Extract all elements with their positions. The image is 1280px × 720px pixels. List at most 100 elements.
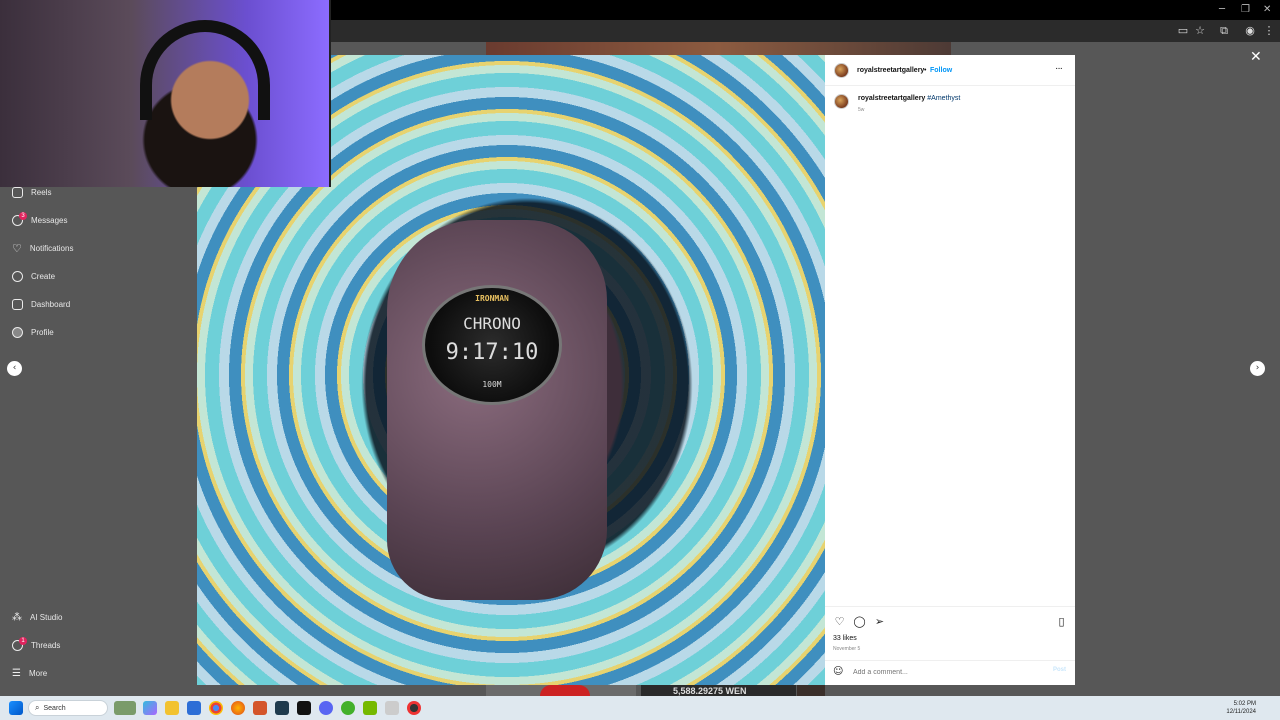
- screen: ─ ❐ ✕ ▭ ☆ ⧉ ◉ ⋮ Reels 3 Messages ♡ Notif…: [0, 0, 1280, 720]
- next-post-button[interactable]: ›: [1250, 361, 1265, 376]
- caption-username[interactable]: royalstreetartgallery: [858, 95, 925, 102]
- plus-square-icon: [12, 270, 23, 282]
- close-post-button[interactable]: ✕: [1250, 49, 1262, 65]
- profile-icon[interactable]: ◉: [1243, 24, 1257, 38]
- close-icon: ✕: [1250, 49, 1262, 65]
- heart-icon: ♡: [12, 241, 22, 255]
- sidebar-item-label: Threads: [31, 640, 61, 650]
- feed-thumbnail-red: [540, 685, 590, 696]
- ticker-text: 5,588.29275 WEN: [673, 686, 747, 696]
- threads-icon: 1: [12, 636, 27, 651]
- sidebar-item-label: Create: [31, 271, 56, 281]
- sidebar-item-messages[interactable]: 3 Messages: [12, 211, 68, 228]
- separator-dot: •: [924, 67, 927, 74]
- like-heart-icon[interactable]: ♡: [833, 615, 846, 628]
- previous-post-button[interactable]: ‹: [7, 361, 22, 376]
- sidebar-item-create[interactable]: Create: [12, 268, 55, 284]
- taskbar-search[interactable]: ⌕ Search: [28, 700, 108, 716]
- reels-icon: [12, 186, 23, 198]
- chrome-icon[interactable]: [209, 701, 223, 715]
- comment-icon[interactable]: ◯: [853, 615, 866, 628]
- hashtag-link[interactable]: #Amethyst: [927, 95, 960, 102]
- nvidia-icon[interactable]: [363, 701, 377, 715]
- author-username[interactable]: royalstreetartgallery: [857, 67, 924, 74]
- chevron-left-icon: ‹: [12, 363, 17, 373]
- comment-input[interactable]: [853, 666, 1033, 678]
- sidebar-item-label: Profile: [31, 327, 54, 337]
- minimize-icon[interactable]: ─: [1219, 4, 1225, 15]
- post-header: royalstreetartgallery • Follow ···: [825, 55, 1075, 86]
- extensions-icon[interactable]: ⧉: [1217, 24, 1231, 38]
- discord-icon[interactable]: [319, 701, 333, 715]
- headset-graphic: [140, 20, 270, 120]
- sidebar-item-label: Reels: [31, 187, 52, 197]
- notification-badge: 3: [19, 211, 27, 220]
- watch-mode-text: CHRONO: [463, 314, 521, 333]
- bookmark-star-icon[interactable]: ☆: [1193, 24, 1207, 38]
- sidebar-item-dashboard[interactable]: Dashboard: [12, 296, 70, 312]
- post-comment-button[interactable]: Post: [1053, 667, 1066, 673]
- sidebar-item-more[interactable]: ☰ More: [12, 665, 47, 681]
- watch-brand-text: IRONMAN: [475, 294, 509, 303]
- sidebar-item-profile[interactable]: Profile: [12, 324, 54, 340]
- sidebar-item-label: Notifications: [29, 243, 74, 253]
- clock-date: 12/11/2024: [1226, 709, 1256, 715]
- comment-row: ☺ Post: [825, 660, 1075, 682]
- share-send-icon[interactable]: ➢: [873, 615, 886, 628]
- window-close-icon[interactable]: ✕: [1263, 4, 1271, 15]
- sidebar-item-label: AI Studio: [30, 612, 63, 622]
- notification-badge: 1: [19, 636, 27, 645]
- sidebar-item-ai-studio[interactable]: ⁂ AI Studio: [12, 609, 62, 625]
- weather-widget-icon[interactable]: [114, 701, 136, 715]
- post-date: November 5: [833, 646, 861, 652]
- windows-taskbar: ⌕ Search 5:02 PM 12/11/2024: [0, 696, 1280, 720]
- caption-age: 5w: [858, 107, 865, 113]
- search-icon: ⌕: [35, 703, 40, 712]
- sidebar-item-label: Dashboard: [31, 299, 71, 309]
- like-count[interactable]: 33 likes: [833, 635, 857, 642]
- watch-time-text: 9:17:10: [445, 340, 539, 365]
- webcam-overlay: [0, 0, 331, 187]
- amethyst-watch-sculpture: [387, 220, 607, 600]
- file-explorer-icon[interactable]: [165, 701, 179, 715]
- system-clock[interactable]: 5:02 PM 12/11/2024: [1226, 700, 1256, 716]
- caption: royalstreetartgallery #Amethyst: [858, 95, 960, 102]
- profile-avatar-icon: [12, 326, 23, 338]
- app-icon-active[interactable]: [407, 701, 421, 715]
- more-options-icon[interactable]: ···: [1055, 63, 1063, 74]
- feed-thumbnail-brown: [797, 685, 825, 696]
- sidebar-item-threads[interactable]: 1 Threads: [12, 636, 61, 653]
- post-actions: ♡ ◯ ➢ ▯ 33 likes November 5 ☺ Post: [825, 606, 1075, 681]
- cast-icon[interactable]: ▭: [1176, 24, 1190, 38]
- app-icon-terminal[interactable]: [275, 701, 289, 715]
- post-detail-panel: royalstreetartgallery • Follow ··· royal…: [825, 55, 1075, 685]
- app-icon-light[interactable]: [385, 701, 399, 715]
- follow-button[interactable]: Follow: [930, 67, 952, 74]
- watch-face: IRONMAN CHRONO 9:17:10 100M: [422, 285, 562, 405]
- windows-start-icon[interactable]: [9, 701, 23, 715]
- chevron-right-icon: ›: [1255, 363, 1260, 373]
- app-icon-red[interactable]: [253, 701, 267, 715]
- feed-image-strip: [486, 42, 951, 56]
- sidebar-item-notifications[interactable]: ♡ Notifications: [12, 240, 73, 256]
- caption-avatar[interactable]: [834, 94, 849, 109]
- author-avatar[interactable]: [834, 63, 849, 78]
- app-icon-dark[interactable]: [297, 701, 311, 715]
- save-bookmark-icon[interactable]: ▯: [1055, 615, 1068, 628]
- sidebar-item-label: Messages: [31, 215, 68, 225]
- dashboard-icon: [12, 298, 23, 310]
- emoji-icon[interactable]: ☺: [833, 666, 843, 677]
- search-label: Search: [43, 704, 66, 712]
- restore-icon[interactable]: ❐: [1241, 4, 1250, 15]
- sidebar-item-label: More: [28, 668, 48, 678]
- app-icon-green[interactable]: [341, 701, 355, 715]
- app-icon[interactable]: [187, 701, 201, 715]
- browser-menu-icon[interactable]: ⋮: [1262, 24, 1276, 38]
- ai-studio-icon: ⁂: [12, 611, 22, 623]
- hamburger-icon: ☰: [12, 667, 21, 679]
- firefox-icon[interactable]: [231, 701, 245, 715]
- copilot-icon[interactable]: [143, 701, 157, 715]
- messenger-icon: 3: [12, 211, 27, 226]
- clock-time: 5:02 PM: [1233, 701, 1256, 707]
- watch-depth-text: 100M: [482, 380, 502, 389]
